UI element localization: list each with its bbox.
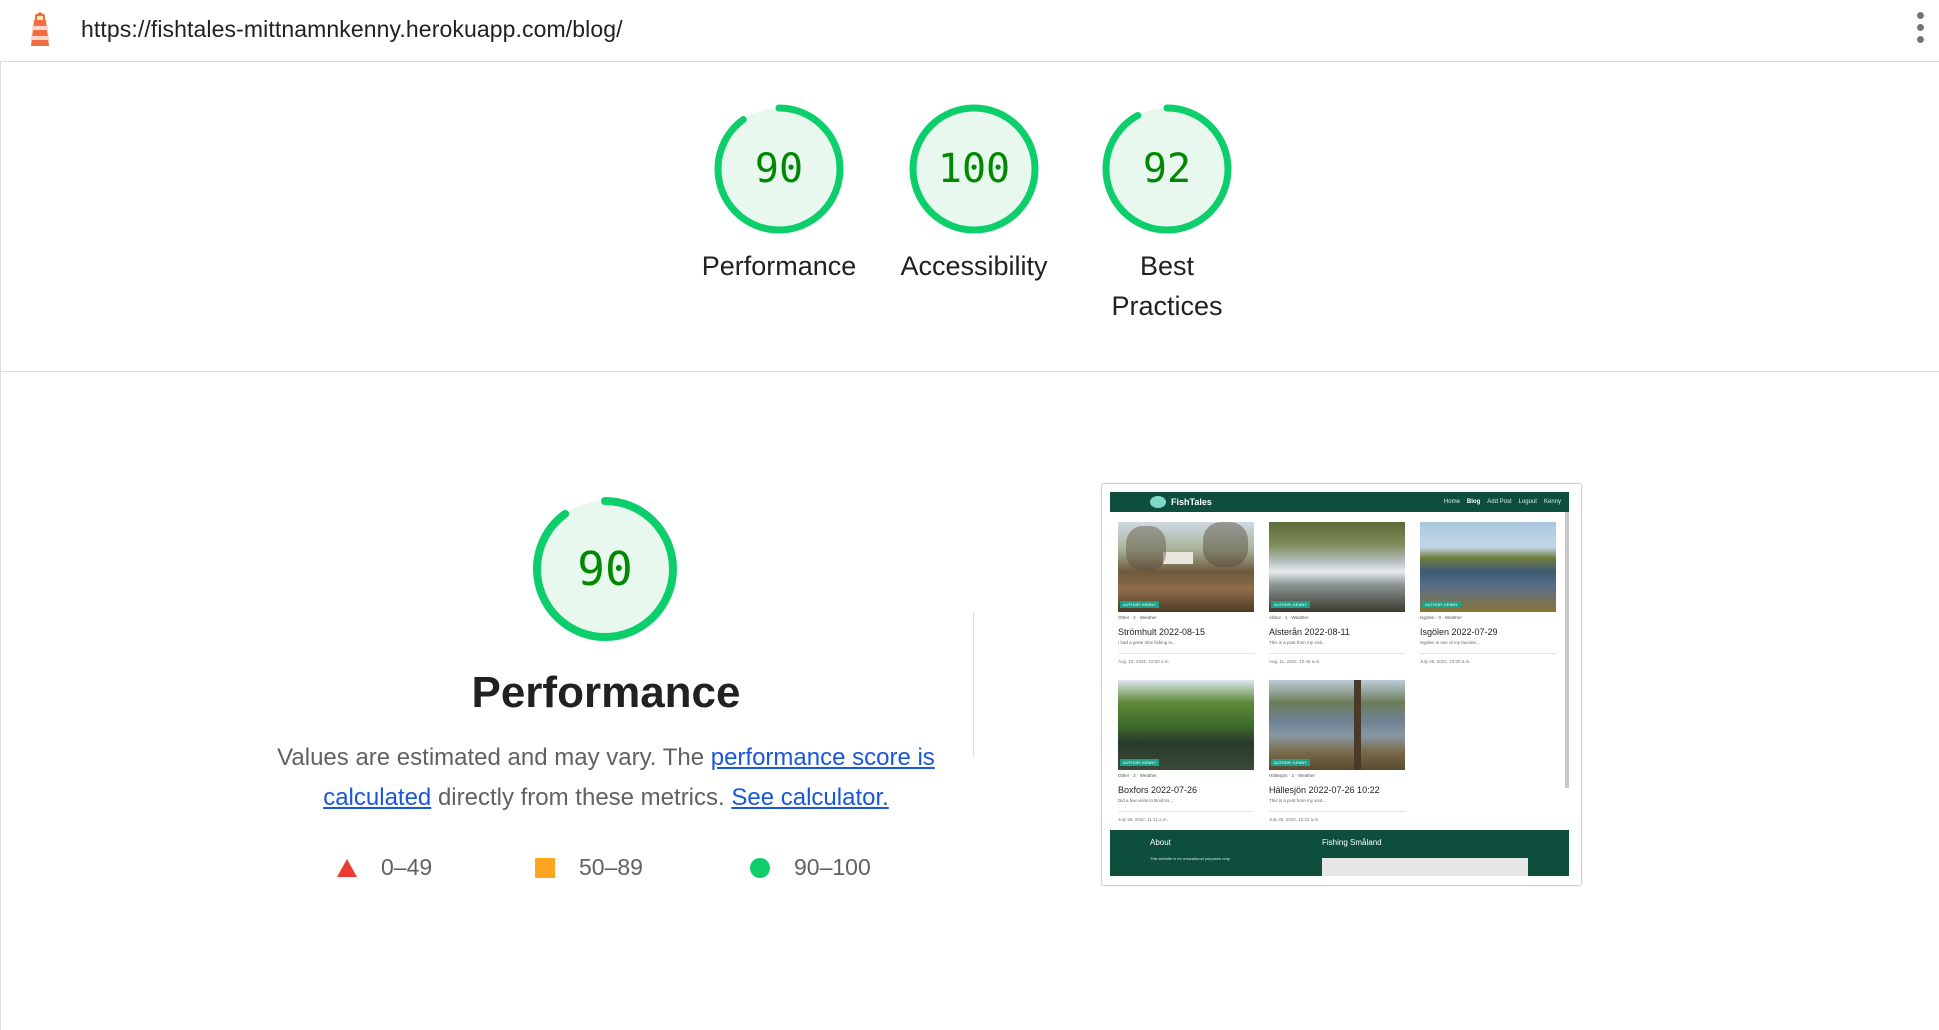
site-footer: About This website is for educational pu… [1110, 830, 1569, 876]
fish-logo-icon [1150, 496, 1166, 508]
accessibility-score: 100 [938, 146, 1010, 192]
card-divider [1269, 653, 1405, 654]
performance-title: Performance [471, 668, 741, 717]
desc-prefix: Values are estimated and may vary. The [277, 744, 711, 771]
legend-pass: 90–100 [750, 854, 871, 881]
card-divider [1118, 811, 1254, 812]
card-excerpt: I had a great time fishing in... [1118, 640, 1176, 645]
card-badge: AUTHOR: KENNY [1120, 601, 1159, 608]
desc-middle: directly from these metrics. [431, 784, 732, 811]
performance-big-score: 90 [577, 542, 632, 596]
site-nav-links: Home Blog Add Post Logout Kenny [1444, 499, 1561, 505]
best-practices-label: Best Practices [1111, 251, 1223, 321]
card-title: Boxfors 2022-07-26 [1118, 785, 1198, 795]
top-bar: https://fishtales-mittnamnkenny.herokuap… [0, 0, 1939, 62]
card-meta: Isgölen · 0 · Weather [1420, 615, 1462, 620]
site-brand: FishTales [1150, 496, 1212, 508]
card-image: AUTHOR: KENNY [1118, 522, 1254, 612]
square-icon [535, 857, 555, 878]
page-url[interactable]: https://fishtales-mittnamnkenny.herokuap… [81, 16, 623, 43]
gauge-performance[interactable]: 90 Performance [679, 102, 879, 286]
card-excerpt: Isgölen is one of my favorite... [1420, 640, 1480, 645]
card-excerpt: Did a few visits to Boxfors... [1118, 798, 1174, 803]
footer-map [1322, 858, 1528, 876]
card-badge: AUTHOR: KENNY [1120, 759, 1159, 766]
card-badge: AUTHOR: KENNY [1271, 601, 1310, 608]
legend-fail: 0–49 [337, 854, 432, 881]
card-date: July 29, 2022, 10:00 a.m. [1420, 659, 1471, 664]
legend-fail-range: 0–49 [381, 854, 433, 880]
circle-icon [750, 857, 770, 878]
card-excerpt: This is a post from my visit... [1269, 640, 1326, 645]
blog-card: AUTHOR: KENNY Hällesjön · 2 · Weather Hä… [1269, 680, 1405, 822]
site-scrollbar [1565, 512, 1569, 788]
site-navbar: FishTales Home Blog Add Post Logout Kenn… [1110, 492, 1569, 512]
gauge-best-practices[interactable]: 92 Best Practices [1067, 102, 1267, 326]
card-meta: Other · 2 · Weather [1118, 773, 1157, 778]
card-date: Aug. 11, 2022, 10:45 a.m. [1269, 659, 1321, 664]
card-badge: AUTHOR: KENNY [1271, 759, 1310, 766]
card-divider [1118, 653, 1254, 654]
more-options-icon[interactable] [1913, 12, 1927, 52]
legend-average-range: 50–89 [579, 854, 643, 880]
best-practices-gauge-icon: 92 [1102, 104, 1232, 234]
accessibility-gauge-icon: 100 [909, 104, 1039, 234]
performance-description: Values are estimated and may vary. The p… [271, 738, 941, 818]
card-excerpt: This is a post from my visit... [1269, 798, 1326, 803]
scores-summary: 90 Performance 100 Accessibility 92 Best… [0, 62, 1939, 372]
performance-big-gauge-icon: 90 [533, 497, 677, 641]
card-divider [1269, 811, 1405, 812]
performance-section: 90 Performance Values are estimated and … [0, 372, 1939, 1030]
card-meta: Abbor · 1 · Weather [1269, 615, 1309, 620]
lighthouse-logo-icon [31, 12, 49, 46]
gauge-accessibility[interactable]: 100 Accessibility [874, 102, 1074, 286]
card-image: AUTHOR: KENNY [1269, 522, 1405, 612]
legend-pass-range: 90–100 [794, 854, 871, 880]
card-date: Aug. 18, 2022, 10:00 a.m. [1118, 659, 1170, 664]
card-meta: Other · 2 · Weather [1118, 615, 1157, 620]
footer-about-heading: About [1150, 838, 1171, 847]
nav-add-post: Add Post [1487, 499, 1512, 505]
final-screenshot[interactable]: FishTales Home Blog Add Post Logout Kenn… [1101, 483, 1582, 886]
card-image: AUTHOR: KENNY [1118, 680, 1254, 770]
blog-card: AUTHOR: KENNY Abbor · 1 · Weather Alster… [1269, 522, 1405, 664]
footer-map-heading: Fishing Småland [1322, 838, 1382, 847]
performance-label: Performance [701, 251, 857, 281]
triangle-icon [337, 858, 357, 877]
footer-about-text: This website is for educational purposes… [1150, 856, 1230, 861]
best-practices-score: 92 [1143, 146, 1191, 192]
nav-logout: Logout [1518, 499, 1537, 505]
legend-average: 50–89 [535, 854, 643, 881]
card-title: Hällesjön 2022-07-26 10:22 [1269, 785, 1380, 795]
performance-gauge-icon: 90 [714, 104, 844, 234]
site-preview: FishTales Home Blog Add Post Logout Kenn… [1110, 492, 1569, 876]
card-date: July 26, 2022, 10:22 a.m. [1269, 817, 1320, 822]
blog-card: AUTHOR: KENNY Other · 2 · Weather Boxfor… [1118, 680, 1254, 822]
site-brand-text: FishTales [1171, 497, 1212, 507]
blog-card: AUTHOR: KENNY Isgölen · 0 · Weather Isgö… [1420, 522, 1556, 664]
performance-score: 90 [755, 146, 803, 192]
card-image: AUTHOR: KENNY [1420, 522, 1556, 612]
nav-home: Home [1443, 499, 1460, 505]
card-divider [1420, 653, 1556, 654]
nav-user: Kenny [1543, 499, 1561, 505]
see-calculator-link[interactable]: See calculator. [731, 784, 888, 811]
card-badge: AUTHOR: KENNY [1422, 601, 1461, 608]
section-divider [973, 612, 974, 757]
card-meta: Hällesjön · 2 · Weather [1269, 773, 1315, 778]
card-title: Isgölen 2022-07-29 [1420, 627, 1498, 637]
card-title: Strömhult 2022-08-15 [1118, 627, 1206, 637]
card-title: Alsterån 2022-08-11 [1269, 627, 1350, 637]
card-image: AUTHOR: KENNY [1269, 680, 1405, 770]
card-date: July 26, 2022, 11:11 a.m. [1118, 817, 1168, 822]
blog-card: AUTHOR: KENNY Other · 2 · Weather Strömh… [1118, 522, 1254, 664]
accessibility-label: Accessibility [900, 251, 1048, 281]
nav-blog: Blog [1466, 499, 1481, 505]
